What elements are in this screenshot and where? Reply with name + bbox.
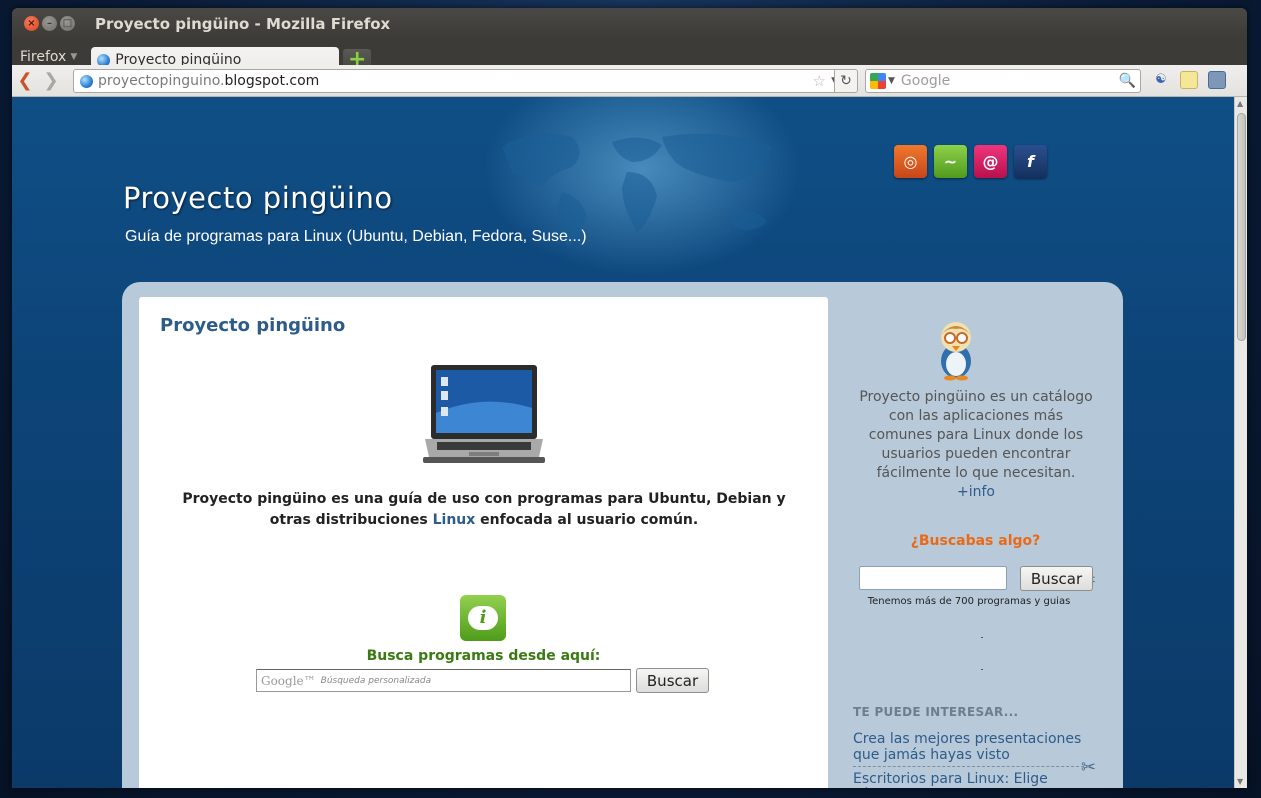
- search-button-label: Buscar: [646, 671, 699, 690]
- search-bar[interactable]: ▼ Google 🔍: [865, 69, 1141, 93]
- scroll-up-icon[interactable]: ▲: [1237, 99, 1243, 108]
- search-placeholder: Google: [900, 73, 951, 89]
- sidebar: Proyecto pingüino es un catálogo con las…: [828, 297, 1123, 788]
- maximize-window-button[interactable]: □: [60, 16, 75, 31]
- google-engine-icon[interactable]: [870, 73, 886, 89]
- related-separator: [853, 766, 1089, 767]
- url-bar[interactable]: proyectopinguino.blogspot.com ☆ ▼: [73, 69, 857, 93]
- intro-text-end: enfocada al usuario común.: [475, 512, 699, 528]
- search-label: Busca programas desde aquí:: [366, 648, 601, 664]
- opensuse-icon[interactable]: ~: [934, 145, 967, 178]
- close-window-button[interactable]: ×: [24, 16, 39, 31]
- custom-search-placeholder: Búsqueda personalizada: [320, 675, 432, 686]
- toolbar-menu-icon[interactable]: [1208, 71, 1226, 89]
- title-bar: × – □ Proyecto pingüino - Mozilla Firefo…: [12, 8, 1247, 39]
- sidebar-search-heading: ¿Buscabas algo?: [910, 533, 1041, 549]
- post-title[interactable]: Proyecto pingüino: [160, 315, 345, 336]
- bookmarks-icon[interactable]: [1180, 71, 1198, 89]
- sidebar-search-button-label: Buscar: [1030, 569, 1083, 588]
- search-icon[interactable]: 🔍: [1119, 73, 1136, 89]
- browser-window: × – □ Proyecto pingüino - Mozilla Firefo…: [12, 8, 1247, 788]
- sidebar-search-button[interactable]: Buscar: [1020, 566, 1093, 591]
- page-content: ◎ ~ @ f Proyecto pingüino Guía de progra…: [12, 97, 1234, 788]
- divider-dot: [981, 669, 983, 670]
- minimize-window-button[interactable]: –: [42, 16, 57, 31]
- blog-title[interactable]: Proyecto pingüino: [123, 181, 393, 215]
- related-heading: TE PUEDE INTERESAR...: [853, 705, 1019, 719]
- url-domain: blogspot.com: [224, 73, 320, 89]
- reload-icon: ↻: [840, 73, 852, 89]
- back-arrow-icon: ❮: [17, 70, 33, 91]
- sidebar-search-note: Tenemos más de 700 programas y guias: [867, 596, 1071, 607]
- intro-text: Proyecto pingüino es una guía de uso con…: [179, 489, 789, 531]
- distro-icons: ◎ ~ @ f: [894, 145, 1047, 178]
- search-button[interactable]: Buscar: [636, 668, 709, 693]
- site-identity-icon: [80, 74, 93, 88]
- scrollbar-thumb[interactable]: [1237, 113, 1246, 341]
- more-info-link[interactable]: +info: [957, 484, 995, 500]
- window-title: Proyecto pingüino - Mozilla Firefox: [95, 14, 391, 33]
- laptop-image: [423, 365, 545, 463]
- site-description: Proyecto pingüino es un catálogo con las…: [856, 388, 1096, 502]
- debian-icon[interactable]: @: [974, 145, 1007, 178]
- firefox-menu-label: Firefox: [20, 49, 67, 65]
- divider-dot: [981, 637, 983, 638]
- fedora-icon[interactable]: f: [1014, 145, 1047, 178]
- chevron-down-icon: ▼: [70, 52, 78, 62]
- related-link[interactable]: Escritorios para Linux: Elige cómo quier…: [853, 771, 1089, 788]
- main-column: Proyecto pingüino Proyecto pingüino es u…: [139, 297, 828, 788]
- penguin-mascot-image: [941, 322, 971, 381]
- linux-link[interactable]: Linux: [433, 512, 476, 528]
- forward-button[interactable]: ❯: [38, 70, 64, 91]
- site-description-text: Proyecto pingüino es un catálogo con las…: [859, 389, 1093, 481]
- custom-search-input[interactable]: Google™ Búsqueda personalizada: [256, 669, 631, 692]
- info-icon: i: [460, 595, 506, 641]
- search-engine-dropdown-icon[interactable]: ▼: [888, 76, 895, 86]
- related-link[interactable]: Crea las mejores presentaciones que jamá…: [853, 731, 1089, 763]
- addon-icon[interactable]: ☯: [1152, 71, 1170, 89]
- blog-subtitle: Guía de programas para Linux (Ubuntu, De…: [125, 228, 587, 245]
- ubuntu-icon[interactable]: ◎: [894, 145, 927, 178]
- vertical-scrollbar[interactable]: ▲ ▼: [1234, 97, 1247, 788]
- reload-button[interactable]: ↻: [834, 69, 858, 93]
- google-logo: Google™: [261, 673, 316, 688]
- bookmark-star-icon[interactable]: ☆: [813, 72, 826, 90]
- sidebar-search-input[interactable]: [859, 566, 1007, 590]
- back-button[interactable]: ❮: [12, 70, 38, 91]
- navigation-bar: ❮ ❯ proyectopinguino.blogspot.com ☆ ▼ ↻ …: [12, 65, 1247, 97]
- scroll-down-icon[interactable]: ▼: [1237, 777, 1243, 786]
- forward-arrow-icon: ❯: [43, 70, 59, 91]
- url-subdomain: proyectopinguino.: [98, 73, 225, 89]
